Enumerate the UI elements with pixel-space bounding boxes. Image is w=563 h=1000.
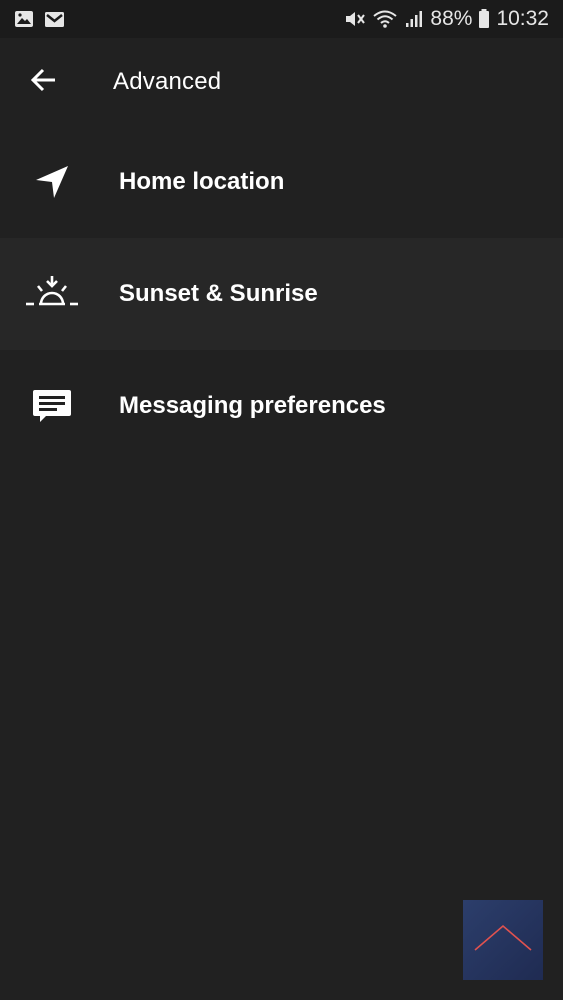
mute-icon (344, 9, 366, 29)
menu-item-messaging-preferences[interactable]: Messaging preferences (0, 350, 563, 462)
menu-list: Home location Sunset & Sunrise Messaging… (0, 126, 563, 462)
menu-item-label: Sunset & Sunrise (119, 280, 318, 307)
battery-percent: 88% (430, 7, 473, 30)
sunrise-icon (22, 264, 82, 324)
app-bar: Advanced (0, 38, 563, 126)
status-left (14, 10, 65, 28)
menu-item-label: Messaging preferences (119, 392, 386, 419)
battery-icon (478, 9, 490, 29)
wifi-icon (372, 9, 398, 29)
back-button[interactable] (14, 52, 74, 112)
scroll-to-top-button[interactable] (463, 900, 543, 980)
gmail-icon (44, 11, 65, 28)
menu-item-sunset-sunrise[interactable]: Sunset & Sunrise (0, 238, 563, 350)
menu-item-home-location[interactable]: Home location (0, 126, 563, 238)
page-title: Advanced (113, 68, 222, 95)
signal-icon (404, 9, 424, 29)
menu-item-label: Home location (119, 168, 285, 195)
status-time: 10:32 (496, 7, 549, 30)
message-icon (22, 376, 82, 436)
navigation-arrow-icon (22, 152, 82, 212)
status-bar: 88% 10:32 (0, 0, 563, 38)
arrow-left-icon (29, 65, 59, 100)
chevron-up-icon (471, 918, 535, 963)
status-right: 88% 10:32 (344, 7, 549, 31)
image-icon (14, 10, 34, 28)
